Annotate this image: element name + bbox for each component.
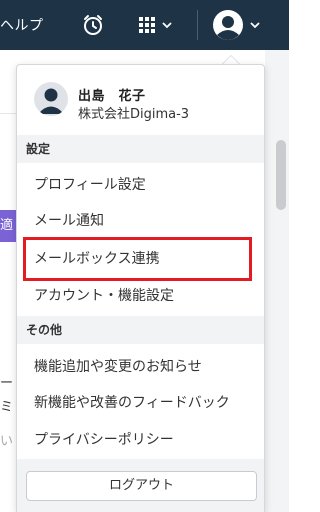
help-link[interactable]: ヘルプ <box>0 15 44 35</box>
other-section-header: その他 <box>17 316 264 344</box>
avatar <box>34 82 68 116</box>
menu-item-feature-announcements[interactable]: 機能追加や変更のお知らせ <box>26 349 256 385</box>
chevron-down-icon <box>250 22 260 29</box>
menu-item-account-settings[interactable]: アカウント・機能設定 <box>26 278 256 314</box>
user-name: 出島 花子 <box>78 89 146 104</box>
menu-item-mailbox-integration[interactable]: メールボックス連携 <box>26 241 256 277</box>
menu-item-feedback[interactable]: 新機能や改善のフィードバック <box>26 385 256 421</box>
menu-item-privacy-policy[interactable]: プライバシーポリシー <box>26 422 256 458</box>
background-divider <box>0 113 16 114</box>
scrollbar-thumb[interactable] <box>276 140 286 210</box>
settings-section-header: 設定 <box>17 135 264 163</box>
background-scroll-area <box>265 50 289 512</box>
background-text: ート <box>0 376 16 391</box>
logout-section: ログアウト <box>17 459 264 512</box>
topbar-divider <box>197 10 198 40</box>
user-profile: 出島 花子 株式会社Digima-3 <box>17 65 264 135</box>
menu-item-profile-settings[interactable]: プロフィール設定 <box>26 167 256 203</box>
alarm-clock-icon[interactable] <box>81 10 105 40</box>
logout-button[interactable]: ログアウト <box>26 471 257 501</box>
background-text: ミ <box>0 400 14 415</box>
user-company: 株式会社Digima-3 <box>78 107 190 122</box>
user-dropdown-menu: 出島 花子 株式会社Digima-3 設定 プロフィール設定 メール通知 メール… <box>16 64 265 512</box>
user-avatar-icon <box>213 10 243 40</box>
apps-grid-button[interactable] <box>138 10 182 40</box>
top-nav-bar: ヘルプ <box>0 0 289 50</box>
menu-item-email-notifications[interactable]: メール通知 <box>26 203 256 239</box>
user-menu-button[interactable] <box>212 10 268 40</box>
background-tag: 適 <box>0 210 16 242</box>
user-avatar-icon <box>38 88 64 114</box>
chevron-down-icon <box>162 22 172 29</box>
background-text: い <box>0 434 14 449</box>
apps-grid-icon <box>139 17 155 33</box>
